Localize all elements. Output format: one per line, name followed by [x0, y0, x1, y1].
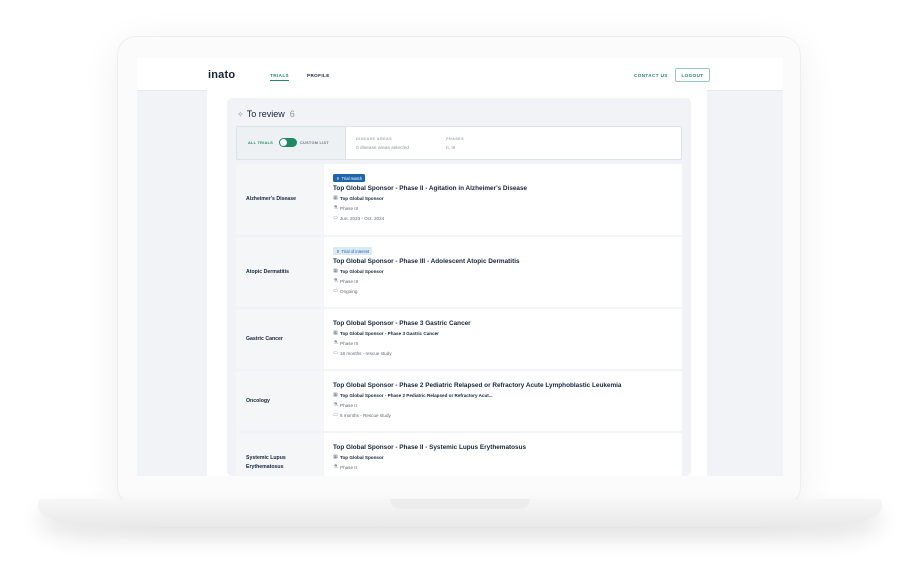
logout-button[interactable]: LOGOUT: [675, 68, 710, 82]
phase-text: Phase II: [340, 465, 357, 470]
custom-list-label[interactable]: CUSTOM LIST: [300, 141, 329, 145]
trial-interest-badge: ⚱ Trial of interest: [333, 247, 373, 255]
flask-icon: ⚗: [333, 278, 338, 284]
phase-text: Phase III: [340, 279, 359, 284]
flask-icon: ⚗: [333, 402, 338, 408]
trial-card[interactable]: Top Global Sponsor - Phase II - Systemic…: [324, 433, 682, 476]
nav-tab-trials[interactable]: TRIALS: [270, 73, 289, 81]
trial-row[interactable]: Systemic Lupus Erythematosus Top Global …: [236, 433, 682, 476]
trial-phase: ⚗ Phase II: [333, 402, 357, 409]
review-count: 6: [289, 109, 295, 119]
main-content: ✧ To review 6 ALL TRIALS CUSTOM LIST DIS…: [207, 90, 707, 476]
calendar-icon: ▭: [333, 412, 338, 418]
sponsor-text: Top Global Sponsor: [340, 455, 384, 460]
building-icon: ▦: [333, 454, 338, 460]
review-heading: ✧ To review 6: [237, 109, 295, 119]
trial-phase: ⚗ Phase III: [333, 205, 359, 212]
phase-text: Phase III: [340, 206, 359, 211]
phase-text: Phase II: [340, 403, 357, 408]
trial-timeline: ▭ Ongoing: [333, 288, 358, 295]
trial-row[interactable]: Oncology Top Global Sponsor - Phase 2 Pe…: [236, 371, 682, 431]
laptop-notch: [390, 499, 530, 509]
top-navigation: inato TRIALS PROFILE CONTACT US LOGOUT: [137, 58, 783, 91]
trial-row[interactable]: Alzheimer's Disease ⚱ Trial match Top Glo…: [236, 164, 682, 235]
building-icon: ▦: [333, 195, 338, 201]
list-toggle-area: ALL TRIALS CUSTOM LIST: [237, 127, 346, 159]
trial-disease-cell: Gastric Cancer: [236, 309, 323, 369]
badge-icon: ⚱: [336, 175, 340, 181]
trial-title[interactable]: Top Global Sponsor - Phase III - Adolesc…: [333, 258, 520, 265]
review-title-text: To review: [246, 109, 285, 119]
trial-title[interactable]: Top Global Sponsor - Phase II - Agitatio…: [333, 185, 527, 192]
flask-icon: ⚗: [333, 205, 338, 211]
list-toggle-switch[interactable]: [279, 138, 297, 147]
timeline-text: 18 months - rescue study: [340, 351, 392, 356]
trial-row[interactable]: Atopic Dermatitis ⚱ Trial of interest Top…: [236, 237, 682, 307]
flask-icon: ⚗: [333, 464, 338, 470]
phase-text: Phase III: [340, 341, 359, 346]
disease-name: Systemic Lupus Erythematosus: [246, 455, 286, 470]
sponsor-text: Top Global Sponsor - Phase 3 Gastric Can…: [340, 331, 439, 336]
trial-row[interactable]: Gastric Cancer Top Global Sponsor - Phas…: [236, 309, 682, 369]
trial-timeline: ▭ 6 months - Rescue study: [333, 412, 391, 419]
filter-bar: ALL TRIALS CUSTOM LIST DISEASE AREAS 0 d…: [236, 126, 682, 160]
trial-disease-cell: Systemic Lupus Erythematosus: [236, 433, 323, 476]
trial-card[interactable]: Top Global Sponsor - Phase 2 Pediatric R…: [324, 371, 682, 431]
sponsor-text: Top Global Sponsor - Phase 2 Pediatric R…: [340, 393, 493, 398]
trial-card[interactable]: Top Global Sponsor - Phase 3 Gastric Can…: [324, 309, 682, 369]
badge-label: Trial of interest: [341, 248, 370, 254]
building-icon: ▦: [333, 392, 338, 398]
trial-title[interactable]: Top Global Sponsor - Phase II - Systemic…: [333, 444, 526, 451]
trial-phase: ⚗ Phase III: [333, 278, 359, 285]
disease-name: Atopic Dermatitis: [246, 268, 289, 275]
trial-phase: ⚗ Phase II: [333, 464, 357, 471]
trial-disease-cell: Alzheimer's Disease: [236, 164, 323, 235]
badge-icon: ⚱: [336, 248, 340, 254]
badge-label: Trial match: [341, 175, 363, 181]
trial-disease-cell: Oncology: [236, 371, 323, 431]
building-icon: ▦: [333, 268, 338, 274]
phases-label: PHASES: [446, 137, 465, 141]
disease-name: Alzheimer's Disease: [246, 196, 296, 202]
trial-sponsor: ▦ Top Global Sponsor: [333, 454, 384, 461]
inato-logo[interactable]: inato: [208, 69, 235, 81]
timeline-text: Ongoing: [340, 289, 358, 294]
sparkle-icon: ✧: [237, 109, 244, 119]
trial-sponsor: ▦ Top Global Sponsor - Phase 3 Gastric Ca…: [333, 330, 439, 337]
phases-filter[interactable]: II, III: [446, 146, 455, 151]
timeline-text: Jun. 2023 - Oct. 2024: [340, 216, 385, 221]
toggle-knob: [280, 139, 287, 146]
trial-sponsor: ▦ Top Global Sponsor: [333, 268, 384, 275]
trial-timeline: ▭ 18 months - rescue study: [333, 350, 392, 357]
calendar-icon: ▭: [333, 350, 338, 356]
contact-us-link[interactable]: CONTACT US: [634, 73, 668, 78]
trial-match-badge: ⚱ Trial match: [333, 174, 366, 182]
trial-title[interactable]: Top Global Sponsor - Phase 3 Gastric Can…: [333, 320, 471, 327]
disease-name: Oncology: [246, 397, 270, 404]
sponsor-text: Top Global Sponsor: [340, 196, 384, 201]
disease-name: Gastric Cancer: [246, 335, 283, 342]
trial-card[interactable]: ⚱ Trial match Top Global Sponsor - Phase …: [324, 164, 682, 235]
app-screen: inato TRIALS PROFILE CONTACT US LOGOUT ✧…: [137, 58, 783, 476]
trial-disease-cell: Atopic Dermatitis: [236, 237, 323, 307]
nav-tab-profile[interactable]: PROFILE: [307, 73, 330, 78]
timeline-text: 6 months - Rescue study: [340, 413, 391, 418]
trial-sponsor: ▦ Top Global Sponsor: [333, 195, 384, 202]
flask-icon: ⚗: [333, 340, 338, 346]
trial-timeline: ▭ Jun. 2023 - Oct. 2024: [333, 215, 385, 222]
trial-sponsor: ▦ Top Global Sponsor - Phase 2 Pediatric …: [333, 392, 493, 399]
review-panel: ✧ To review 6 ALL TRIALS CUSTOM LIST DIS…: [227, 98, 691, 476]
disease-areas-label: DISEASE AREAS: [356, 137, 393, 141]
calendar-icon: ▭: [333, 288, 338, 294]
disease-areas-filter[interactable]: 0 disease areas selected: [356, 146, 409, 151]
calendar-icon: ▭: [333, 215, 338, 221]
trial-title[interactable]: Top Global Sponsor - Phase 2 Pediatric R…: [333, 382, 621, 389]
building-icon: ▦: [333, 330, 338, 336]
trial-card[interactable]: ⚱ Trial of interest Top Global Sponsor - …: [324, 237, 682, 307]
all-trials-label[interactable]: ALL TRIALS: [248, 141, 273, 145]
trial-phase: ⚗ Phase III: [333, 340, 359, 347]
sponsor-text: Top Global Sponsor: [340, 269, 384, 274]
